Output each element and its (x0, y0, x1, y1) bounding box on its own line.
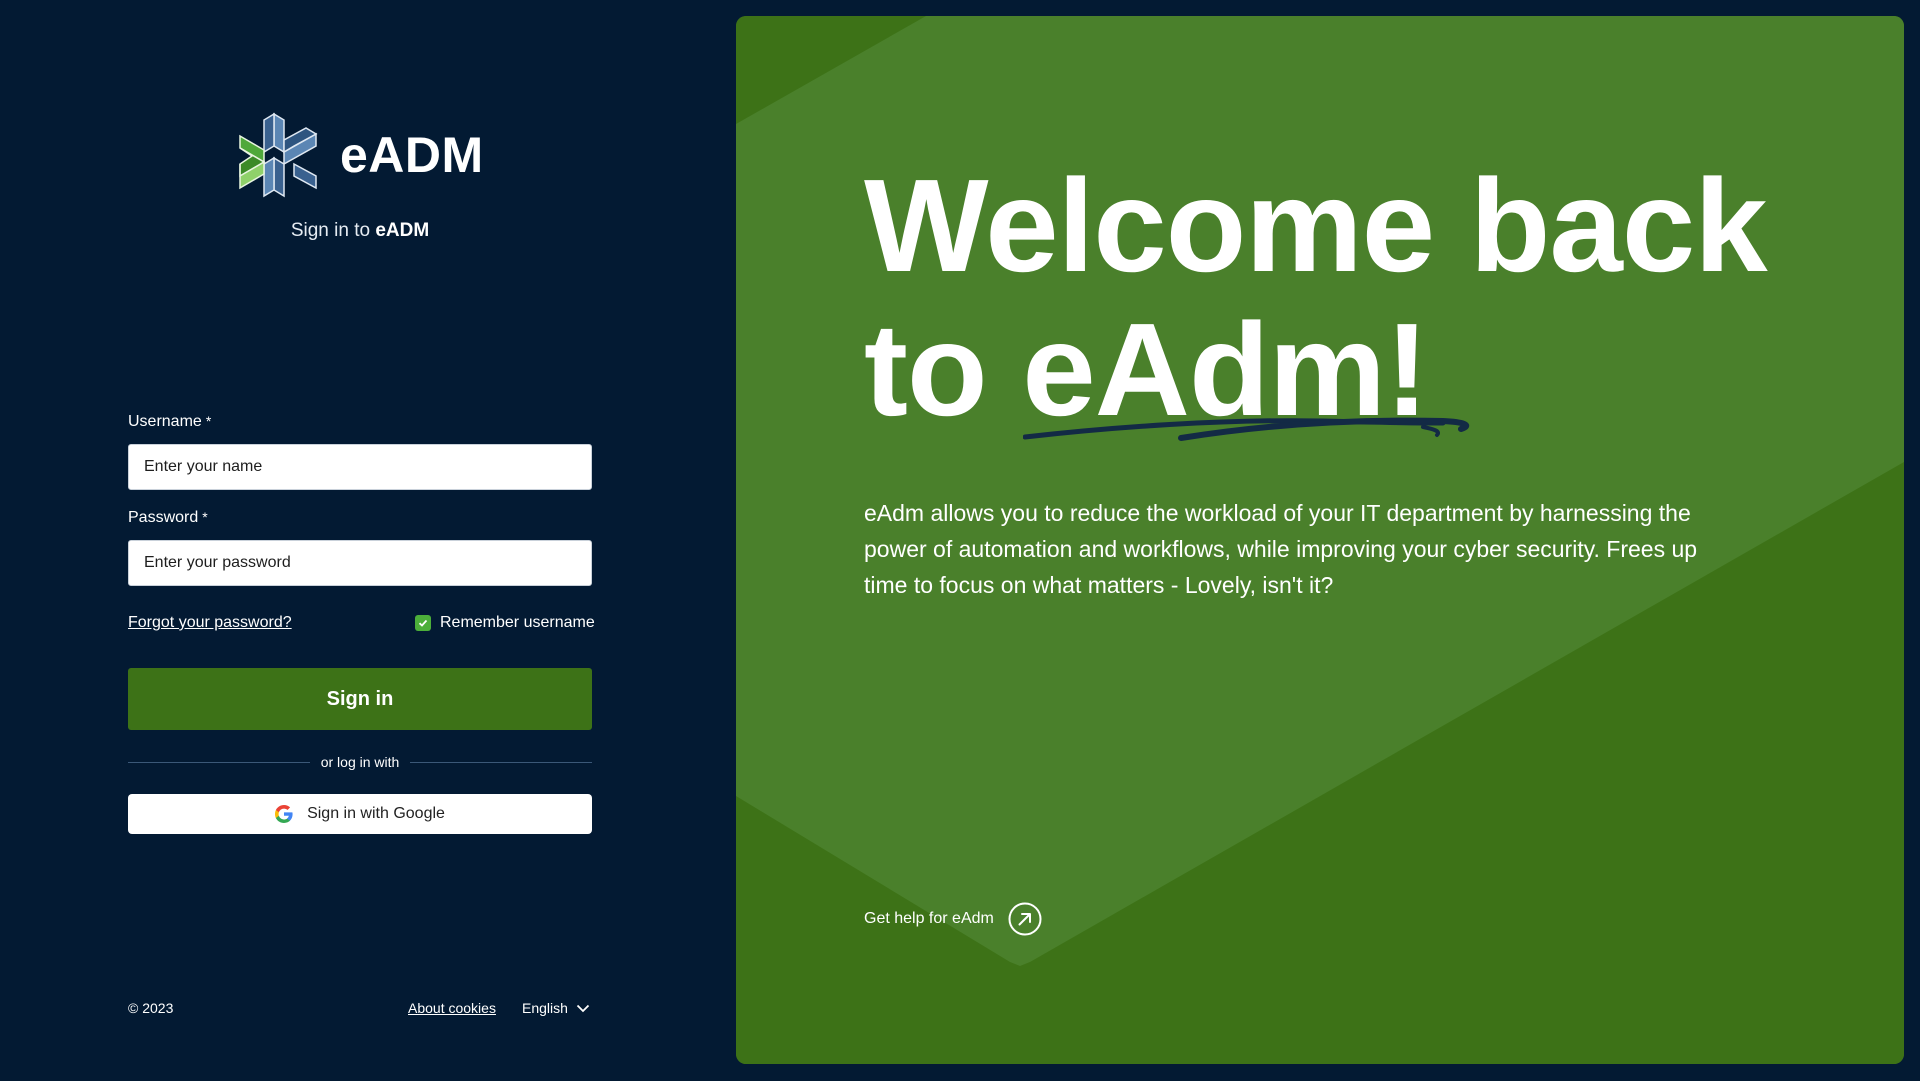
chevron-down-icon (576, 1004, 590, 1012)
brand-name: eADM (340, 127, 484, 183)
copyright: © 2023 (128, 1000, 174, 1016)
google-sign-in-button[interactable]: Sign in with Google (128, 794, 592, 834)
required-mark: * (202, 509, 208, 525)
username-input[interactable] (128, 444, 592, 490)
get-help-link[interactable]: Get help for eAdm (864, 902, 1042, 936)
about-cookies-link[interactable]: About cookies (408, 1000, 496, 1016)
arrow-up-right-circle-icon (1008, 902, 1042, 936)
password-label: Password * (128, 509, 208, 527)
get-help-label: Get help for eAdm (864, 910, 994, 927)
remember-label: Remember username (440, 614, 595, 631)
subtitle-prefix: Sign in to (290, 220, 376, 241)
headline-line-1: Welcome back (864, 152, 1768, 299)
remember-username-toggle[interactable]: Remember username (415, 614, 595, 632)
welcome-panel: Welcome back to eAdm! eAdm allows you to… (736, 16, 1904, 1064)
language-value: English (522, 1000, 568, 1016)
divider-text: or log in with (320, 754, 400, 770)
google-icon (275, 805, 293, 823)
username-label-text: Username (128, 413, 202, 430)
forgot-password-link[interactable]: Forgot your password? (128, 614, 292, 632)
sign-in-subtitle: Sign in to eADM (0, 220, 720, 242)
remember-checkbox[interactable] (415, 615, 431, 631)
required-mark: * (205, 413, 212, 429)
welcome-headline: Welcome back to eAdm! (864, 152, 1768, 442)
sign-in-button[interactable]: Sign in (128, 668, 592, 730)
eadm-logo-icon (239, 112, 318, 198)
subtitle-app-name: eADM (375, 220, 430, 241)
hero-description: eAdm allows you to reduce the workload o… (864, 500, 1698, 598)
checkmark-icon (418, 619, 428, 627)
google-button-label: Sign in with Google (307, 805, 445, 822)
login-panel: eADM Sign in to eADM Username* Password*… (0, 0, 736, 1081)
password-input[interactable] (128, 540, 592, 586)
password-label-text: Password (128, 509, 199, 526)
brush-underline (1023, 417, 1470, 441)
or-divider: or log in with (128, 753, 592, 773)
language-select[interactable]: English (522, 1000, 590, 1016)
username-label: Username * (128, 413, 211, 431)
brand: eADM (238, 112, 484, 198)
